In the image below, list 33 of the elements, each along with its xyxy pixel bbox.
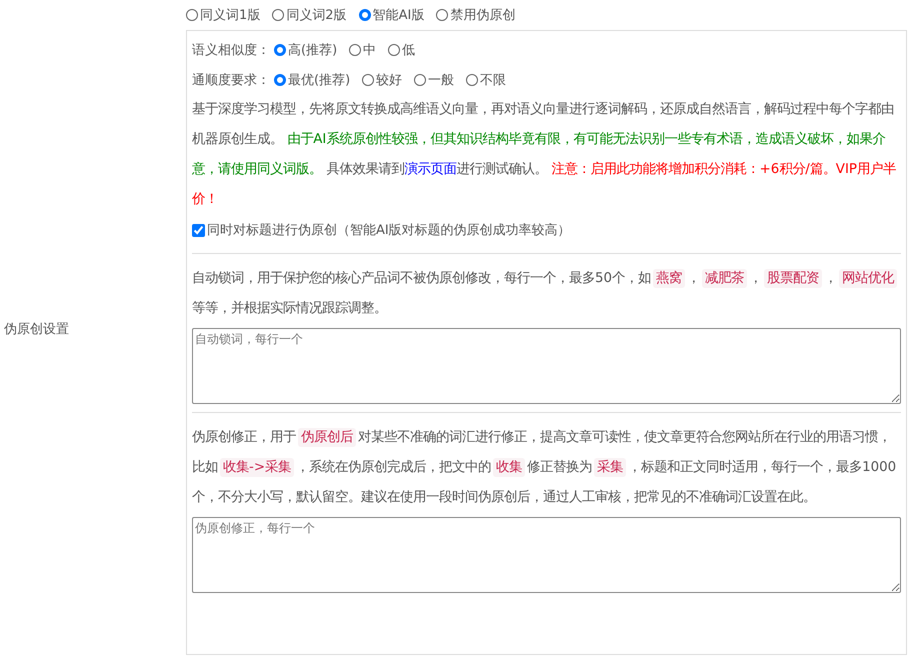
radio-label: 中 [363,42,376,59]
radio-button[interactable] [388,44,400,56]
correction-description: 伪原创修正，用于 伪原创后 对某些不准确的词汇进行修正，提高文章可读性，使文章更符合您网站所在行业的用语习惯，比如 收集->采集 ，系统在伪原创完成后，把文中的 收集 修正替换为 采集 ，标题和正文同时适用，每行一个，最多1000个，不分大小写，默认留空。建议在使用一段时间伪原创后，通过人工审核，把常见的不准确词汇设置在此。 [192,427,898,507]
field-label: 通顺度要求： [192,72,270,89]
radio-button[interactable] [362,74,374,86]
ai-notice-text: 基于深度学习模型，先将原文转换成高维语义向量，再对语义向量进行逐词解码，还原成自然语言，解码过程中每个字都由机器原创生成。 由于AI系统原创性较强，但其知识结构毕竟有限，有可能无法识别一些专有术语，造成语义破坏，如果介意，请使用同义词版。 具体效果请到演示页面进行测试确认。 注意：启用此功能将增加积分消耗：+6积分/篇。VIP用户半价！ [192,100,897,209]
radio-label: 智能AI版 [372,7,424,24]
radio-label: 禁用伪原创 [450,7,516,24]
demo-link[interactable]: 演示页面 [404,162,456,177]
radio-button[interactable] [349,44,362,56]
radio-button[interactable] [272,9,284,21]
lock-words-description: 自动锁词，用于保护您的核心产品词不被伪原创修改，每行一个，最多50个，如 燕窝 ， 减肥茶 ， 股票配资 ， 网站优化 等等，并根据实际情况跟踪调整。 [192,264,901,324]
radio-label: 不限 [480,72,506,89]
radio-button[interactable] [414,74,426,86]
lock-words-field[interactable]: 自动锁词，每行一个 [192,328,901,404]
radio-button[interactable] [436,9,448,21]
radio-label: 同义词1版 [200,7,260,24]
radio-label: 较好 [376,72,402,89]
section-label: 伪原创设置 [4,321,69,338]
checkbox-label: 同时对标题进行伪原创（智能AI版对标题的伪原创成功率较高） [207,222,571,239]
radio-button[interactable] [274,44,286,56]
radio-button[interactable] [186,9,198,21]
correction-field[interactable]: 伪原创修正，每行一个 [192,517,901,593]
field-label: 语义相似度： [192,42,270,59]
radio-label: 一般 [428,72,454,89]
radio-label: 最优(推荐) [288,72,350,89]
radio-label: 同义词2版 [286,7,347,24]
radio-label: 高(推荐) [288,42,338,59]
radio-button[interactable] [274,74,286,86]
radio-label: 低 [402,42,416,59]
radio-button[interactable] [358,9,371,21]
checkbox[interactable] [192,224,205,236]
radio-button[interactable] [466,74,478,86]
